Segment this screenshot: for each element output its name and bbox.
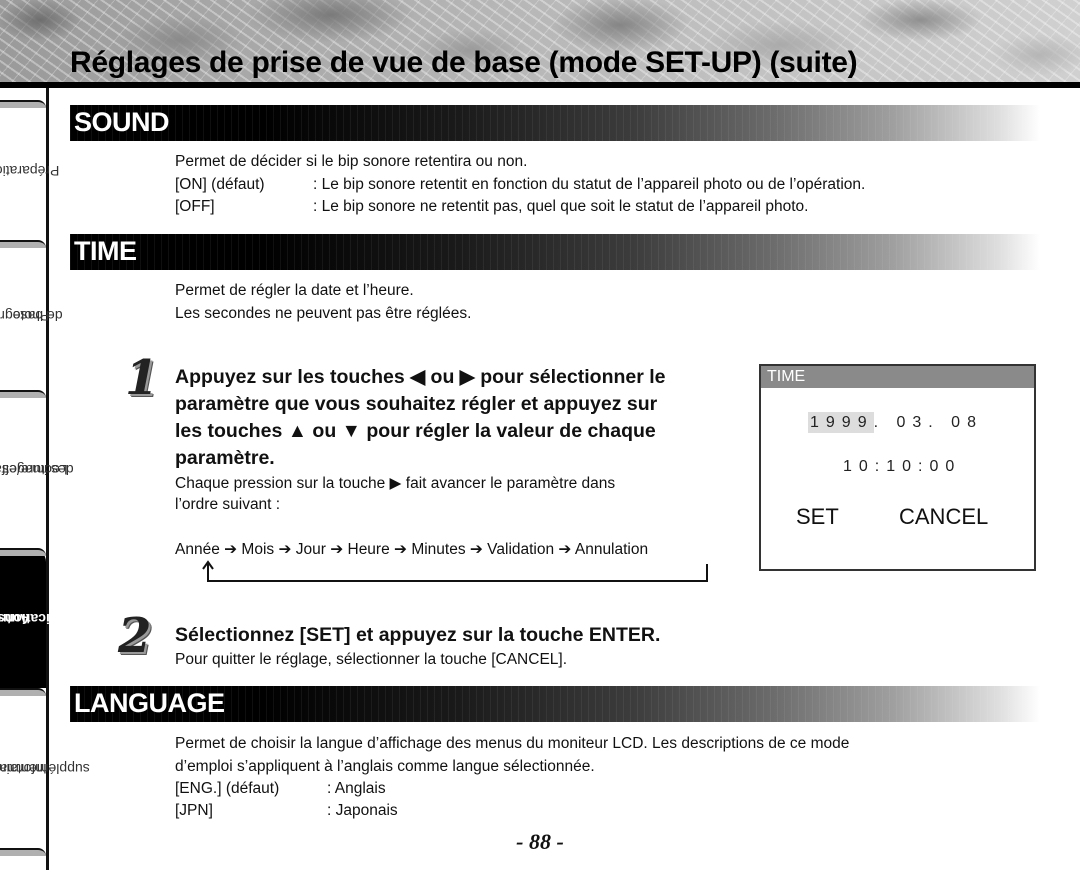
page-title: Réglages de prise de vue de base (mode S… [70,46,858,79]
step1-heading-line: les touches ▲ ou ▼ pour régler la valeur… [175,420,656,442]
step-number-2: 2 [118,608,152,664]
step1-heading: Appuyez sur les touches ◀ ou ▶ pour séle… [175,364,666,472]
lcd-date-rest: . 03. 08 [873,414,983,431]
section-bar-sound: SOUND [70,105,1040,141]
step-number-1: 1 [125,350,159,406]
language-option-desc: : Japonais [327,802,398,819]
lcd-time: 10:10:00 [843,458,962,475]
step1-heading-line: paramètre. [175,447,275,469]
section-bar-time: TIME [70,234,1040,270]
lcd-year-highlighted: 1999 [808,412,874,433]
step1-sequence: Année ➔ Mois ➔ Jour ➔ Heure ➔ Minutes ➔ … [175,541,649,558]
lcd-cancel-option: CANCEL [899,504,989,529]
language-intro-line: Permet de choisir la langue d’affichage … [175,735,850,752]
step1-body-line: Chaque pression sur la touche ▶ fait ava… [175,475,616,492]
sound-option-desc: : Le bip sonore ne retentit pas, quel qu… [313,198,809,215]
lcd-date: 1999. 03. 08 [808,412,983,433]
tab-lecture-effacement[interactable]: Lecture/effacementdes images [0,390,74,548]
lcd-set-option: SET [796,504,839,529]
step1-heading-line: Appuyez sur les touches ◀ ou ▶ pour séle… [175,366,666,388]
language-option-key: [ENG.] (défaut) [175,780,280,797]
lcd-title: TIME [761,366,1034,388]
sidebar-divider [46,88,49,870]
section-title-language: LANGUAGE [74,688,225,718]
sound-option-key: [ON] (défaut) [175,176,265,193]
header-rule [0,82,1080,88]
tab-label: Lecture/effacementdes images [0,461,74,478]
lcd-time-screen: TIME 1999. 03. 08 10:10:00 SET CANCEL [759,364,1036,571]
tab-preparation[interactable]: Préparation [0,100,60,240]
section-title-sound: SOUND [74,107,170,137]
step2-heading: Sélectionnez [SET] et appuyez sur la tou… [175,624,661,646]
section-bar-language: LANGUAGE [70,686,1040,722]
sound-option-desc: : Le bip sonore retentit en fonction du … [313,176,866,193]
tab-photographie-de-base[interactable]: Photographiede base [0,240,63,390]
step1-body-line: l’ordre suivant : [175,496,281,513]
step2-body: Pour quitter le réglage, sélectionner la… [175,651,568,668]
tab-informations-supplementaires[interactable]: Informationssupplémentaires [0,688,90,848]
tab-label: Informationssupplémentaires [0,760,90,777]
language-option-desc: : Anglais [327,780,386,797]
loop-back-arrow-icon [202,560,708,582]
sound-intro: Permet de décider si le bip sonore reten… [175,153,528,170]
tab-label: Préparation [0,162,60,179]
section-title-time: TIME [74,236,137,266]
tab-autres-applications[interactable]: Autresapplications [0,548,79,688]
page-number: - 88 - [516,829,564,854]
step1-heading-line: paramètre que vous souhaitez régler et a… [175,393,658,415]
tab-label: Photographiede base [0,307,63,324]
tab-label: Autresapplications [0,610,79,627]
time-intro-line: Permet de régler la date et l’heure. [175,282,414,299]
language-intro-line: d’emploi s’appliquent à l’anglais comme … [175,758,595,775]
time-intro-line: Les secondes ne peuvent pas être réglées… [175,305,472,322]
sound-option-key: [OFF] [175,198,215,215]
language-option-key: [JPN] [175,802,213,819]
